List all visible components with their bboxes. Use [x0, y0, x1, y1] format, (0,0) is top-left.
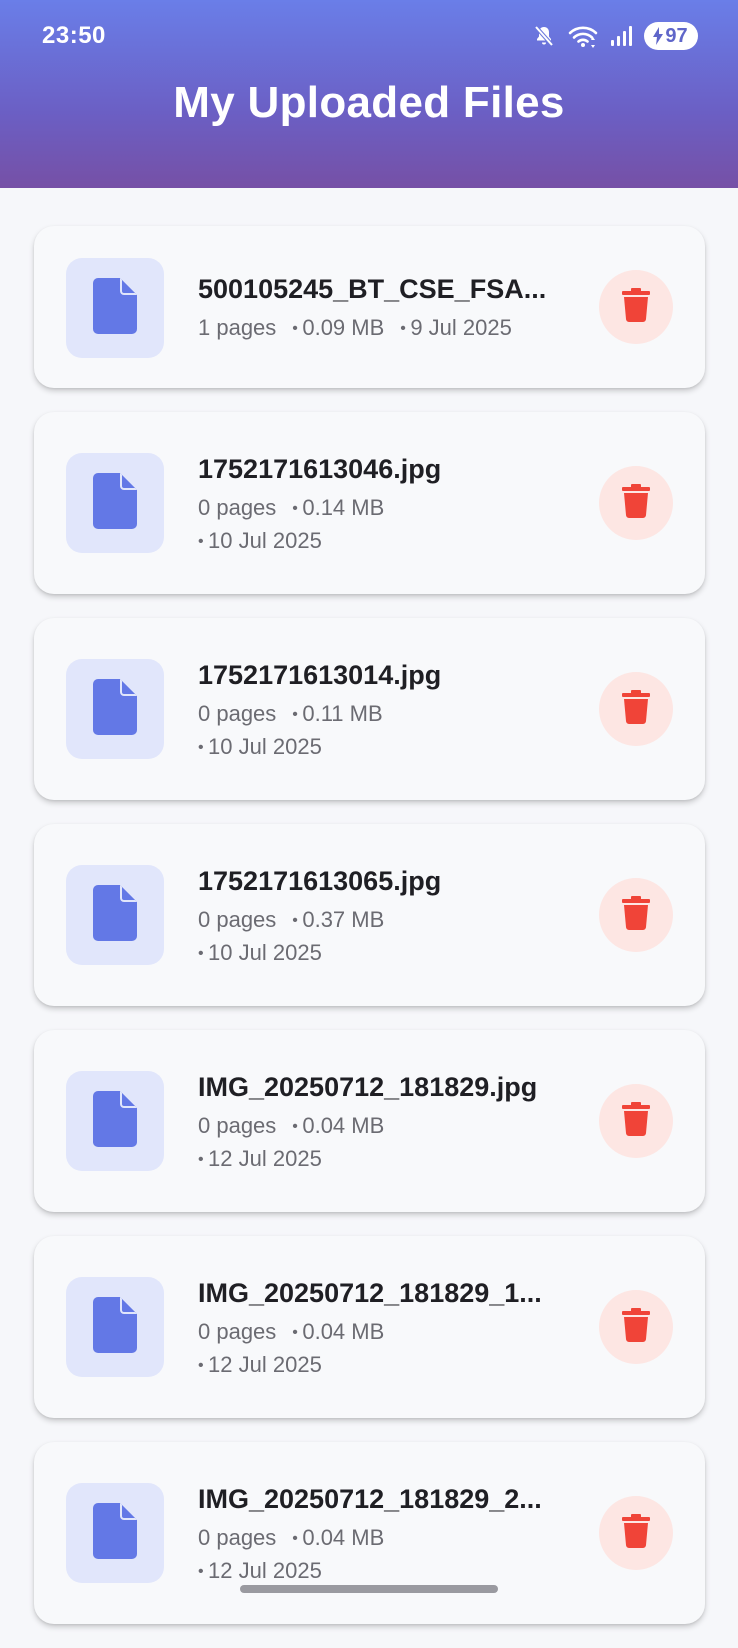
file-pages: 0 pages: [198, 495, 277, 520]
home-indicator[interactable]: [240, 1585, 498, 1593]
file-pages: 0 pages: [198, 701, 277, 726]
signal-icon: [610, 25, 632, 47]
wifi-icon: [568, 24, 598, 48]
trash-icon: [622, 689, 650, 729]
delete-button[interactable]: [599, 1290, 673, 1364]
file-size: 0.14 MB: [302, 495, 385, 520]
file-date: 10 Jul 2025: [208, 528, 322, 553]
file-info: 500105245_BT_CSE_FSA... 1 pages 0.09 MB …: [198, 272, 578, 345]
file-info: 1752171613046.jpg 0 pages 0.14 MB 10 Jul…: [198, 452, 578, 558]
file-info: 1752171613065.jpg 0 pages 0.37 MB 10 Jul…: [198, 864, 578, 970]
file-name: 1752171613065.jpg: [198, 866, 442, 896]
document-icon: [93, 277, 137, 339]
file-card[interactable]: 1752171613046.jpg 0 pages 0.14 MB 10 Jul…: [34, 412, 705, 594]
file-size: 0.04 MB: [302, 1319, 385, 1344]
file-name: 1752171613046.jpg: [198, 454, 442, 484]
file-list: 500105245_BT_CSE_FSA... 1 pages 0.09 MB …: [34, 226, 705, 1648]
file-size: 0.09 MB: [302, 315, 385, 340]
file-date: 12 Jul 2025: [208, 1558, 322, 1583]
file-date: 10 Jul 2025: [208, 734, 322, 759]
file-pages: 0 pages: [198, 1525, 277, 1550]
file-thumbnail: [66, 1071, 164, 1171]
file-meta: 0 pages 0.04 MB 12 Jul 2025: [198, 1316, 570, 1382]
battery-indicator: 97: [644, 22, 698, 50]
file-pages: 1 pages: [198, 315, 277, 340]
file-name: 500105245_BT_CSE_FSA...: [198, 274, 547, 304]
status-time: 23:50: [42, 22, 106, 49]
file-size: 0.04 MB: [302, 1525, 385, 1550]
delete-button[interactable]: [599, 672, 673, 746]
file-info: IMG_20250712_181829.jpg 0 pages 0.04 MB …: [198, 1070, 578, 1176]
file-date: 12 Jul 2025: [208, 1352, 322, 1377]
file-thumbnail: [66, 1277, 164, 1377]
file-card[interactable]: IMG_20250712_181829_2... 0 pages 0.04 MB…: [34, 1442, 705, 1624]
file-info: IMG_20250712_181829_1... 0 pages 0.04 MB…: [198, 1276, 578, 1382]
status-bar: 23:50 97: [0, 0, 738, 70]
file-meta: 1 pages 0.09 MB 9 Jul 2025: [198, 312, 570, 345]
file-meta: 0 pages 0.11 MB 10 Jul 2025: [198, 698, 570, 764]
document-icon: [93, 1502, 137, 1564]
app-header: 23:50 97 My Uploaded Files: [0, 0, 738, 188]
document-icon: [93, 472, 137, 534]
status-icons: 97: [532, 20, 698, 52]
delete-button[interactable]: [599, 466, 673, 540]
file-card[interactable]: 1752171613065.jpg 0 pages 0.37 MB 10 Jul…: [34, 824, 705, 1006]
delete-button[interactable]: [599, 1084, 673, 1158]
file-pages: 0 pages: [198, 1113, 277, 1138]
file-info: IMG_20250712_181829_2... 0 pages 0.04 MB…: [198, 1482, 578, 1588]
file-thumbnail: [66, 453, 164, 553]
file-card[interactable]: IMG_20250712_181829.jpg 0 pages 0.04 MB …: [34, 1030, 705, 1212]
file-size: 0.37 MB: [302, 907, 385, 932]
trash-icon: [622, 1513, 650, 1553]
trash-icon: [622, 483, 650, 523]
file-pages: 0 pages: [198, 907, 277, 932]
document-icon: [93, 1090, 137, 1152]
trash-icon: [622, 1307, 650, 1347]
delete-button[interactable]: [599, 878, 673, 952]
file-size: 0.04 MB: [302, 1113, 385, 1138]
delete-button[interactable]: [599, 270, 673, 344]
file-date: 12 Jul 2025: [208, 1146, 322, 1171]
file-thumbnail: [66, 865, 164, 965]
file-card[interactable]: 1752171613014.jpg 0 pages 0.11 MB 10 Jul…: [34, 618, 705, 800]
document-icon: [93, 1296, 137, 1358]
file-thumbnail: [66, 1483, 164, 1583]
file-date: 10 Jul 2025: [208, 940, 322, 965]
file-date: 9 Jul 2025: [410, 315, 512, 340]
charging-icon: [652, 27, 664, 45]
document-icon: [93, 678, 137, 740]
page-title: My Uploaded Files: [173, 78, 565, 127]
trash-icon: [622, 895, 650, 935]
file-meta: 0 pages 0.04 MB 12 Jul 2025: [198, 1110, 570, 1176]
file-size: 0.11 MB: [302, 701, 383, 726]
file-meta: 0 pages 0.14 MB 10 Jul 2025: [198, 492, 570, 558]
file-name: IMG_20250712_181829_2...: [198, 1484, 542, 1514]
file-card[interactable]: IMG_20250712_181829_1... 0 pages 0.04 MB…: [34, 1236, 705, 1418]
file-meta: 0 pages 0.37 MB 10 Jul 2025: [198, 904, 570, 970]
file-thumbnail: [66, 258, 164, 358]
file-name: 1752171613014.jpg: [198, 660, 442, 690]
trash-icon: [622, 1101, 650, 1141]
file-card[interactable]: 500105245_BT_CSE_FSA... 1 pages 0.09 MB …: [34, 226, 705, 388]
file-info: 1752171613014.jpg 0 pages 0.11 MB 10 Jul…: [198, 658, 578, 764]
file-name: IMG_20250712_181829.jpg: [198, 1072, 538, 1102]
delete-button[interactable]: [599, 1496, 673, 1570]
file-meta: 0 pages 0.04 MB 12 Jul 2025: [198, 1522, 570, 1588]
mute-icon: [532, 24, 556, 48]
file-thumbnail: [66, 659, 164, 759]
battery-level: 97: [665, 24, 688, 47]
trash-icon: [622, 287, 650, 327]
file-pages: 0 pages: [198, 1319, 277, 1344]
document-icon: [93, 884, 137, 946]
file-name: IMG_20250712_181829_1...: [198, 1278, 542, 1308]
